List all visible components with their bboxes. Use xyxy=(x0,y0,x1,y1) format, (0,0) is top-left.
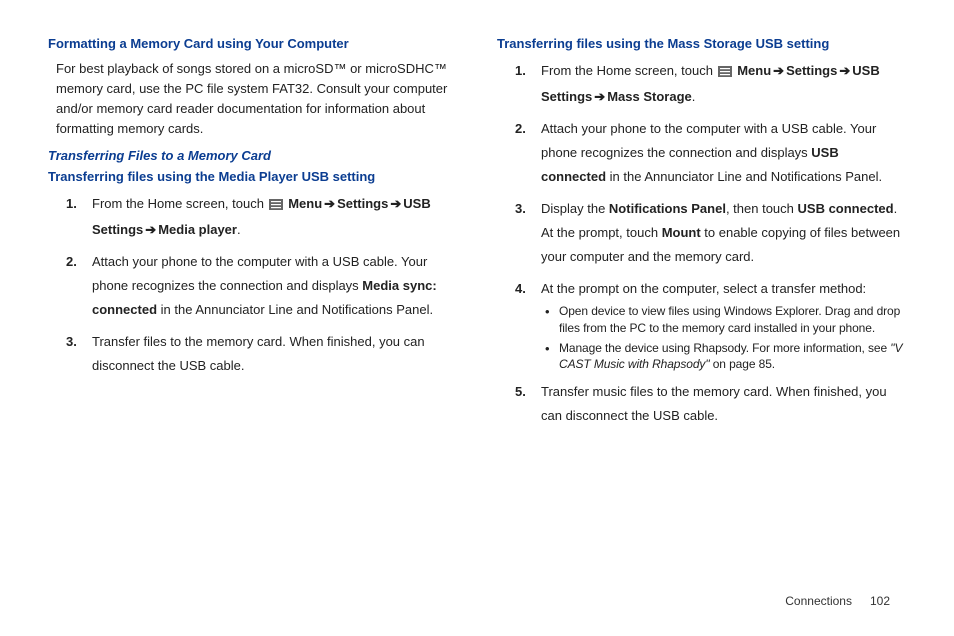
page-body: Formatting a Memory Card using Your Comp… xyxy=(0,0,954,456)
heading-transfer-files: Transferring Files to a Memory Card xyxy=(48,148,457,163)
menu-icon xyxy=(718,61,732,85)
mass-storage-label: Mass Storage xyxy=(607,89,692,104)
arrow-icon: ➔ xyxy=(773,63,784,78)
step-1-text-a: From the Home screen, touch xyxy=(541,63,717,78)
menu-label: Menu xyxy=(288,196,322,211)
step-3-text-c: , then touch xyxy=(726,201,798,216)
arrow-icon: ➔ xyxy=(839,63,850,78)
settings-label: Settings xyxy=(786,63,837,78)
transfer-method-bullets: Open device to view files using Windows … xyxy=(545,303,906,372)
step-3-text-a: Display the xyxy=(541,201,609,216)
step-2: 2. Attach your phone to the computer wit… xyxy=(66,250,457,322)
step-2-text-c: in the Annunciator Line and Notification… xyxy=(606,169,882,184)
step-2: 2. Attach your phone to the computer wit… xyxy=(515,117,906,189)
heading-mass-storage-usb: Transferring files using the Mass Storag… xyxy=(497,36,906,51)
paragraph-format-info: For best playback of songs stored on a m… xyxy=(56,59,457,140)
mount-label: Mount xyxy=(662,225,701,240)
arrow-icon: ➔ xyxy=(390,196,401,211)
arrow-icon: ➔ xyxy=(594,89,605,104)
steps-mass-storage: 1. From the Home screen, touch Menu➔Sett… xyxy=(515,59,906,428)
steps-media-player: 1. From the Home screen, touch Menu➔Sett… xyxy=(66,192,457,378)
arrow-icon: ➔ xyxy=(145,222,156,237)
notifications-panel-label: Notifications Panel xyxy=(609,201,726,216)
right-column: Transferring files using the Mass Storag… xyxy=(497,36,906,436)
step-3: 3. Transfer files to the memory card. Wh… xyxy=(66,330,457,378)
arrow-icon: ➔ xyxy=(324,196,335,211)
step-4: 4. At the prompt on the computer, select… xyxy=(515,277,906,372)
step-1: 1. From the Home screen, touch Menu➔Sett… xyxy=(515,59,906,109)
step-2-text-c: in the Annunciator Line and Notification… xyxy=(157,302,433,317)
step-3-text: Transfer files to the memory card. When … xyxy=(92,334,425,373)
footer-page-number: 102 xyxy=(870,594,890,608)
step-1-text-a: From the Home screen, touch xyxy=(92,196,268,211)
step-4-text: At the prompt on the computer, select a … xyxy=(541,281,866,296)
bullet-windows-explorer: Open device to view files using Windows … xyxy=(545,303,906,335)
footer-section: Connections xyxy=(785,594,852,608)
settings-label: Settings xyxy=(337,196,388,211)
menu-icon xyxy=(269,194,283,218)
step-1: 1. From the Home screen, touch Menu➔Sett… xyxy=(66,192,457,242)
step-5: 5. Transfer music files to the memory ca… xyxy=(515,380,906,428)
heading-media-player-usb: Transferring files using the Media Playe… xyxy=(48,169,457,184)
usb-connected-label: USB connected xyxy=(798,201,894,216)
left-column: Formatting a Memory Card using Your Comp… xyxy=(48,36,457,436)
step-5-text: Transfer music files to the memory card.… xyxy=(541,384,887,423)
menu-label: Menu xyxy=(737,63,771,78)
step-3: 3. Display the Notifications Panel, then… xyxy=(515,197,906,269)
bullet-rhapsody: Manage the device using Rhapsody. For mo… xyxy=(545,340,906,372)
heading-format-computer: Formatting a Memory Card using Your Comp… xyxy=(48,36,457,51)
media-player-label: Media player xyxy=(158,222,237,237)
bullet-rhapsody-a: Manage the device using Rhapsody. For mo… xyxy=(559,341,890,355)
page-footer: Connections 102 xyxy=(785,594,890,608)
bullet-rhapsody-c: on page 85. xyxy=(709,357,775,371)
